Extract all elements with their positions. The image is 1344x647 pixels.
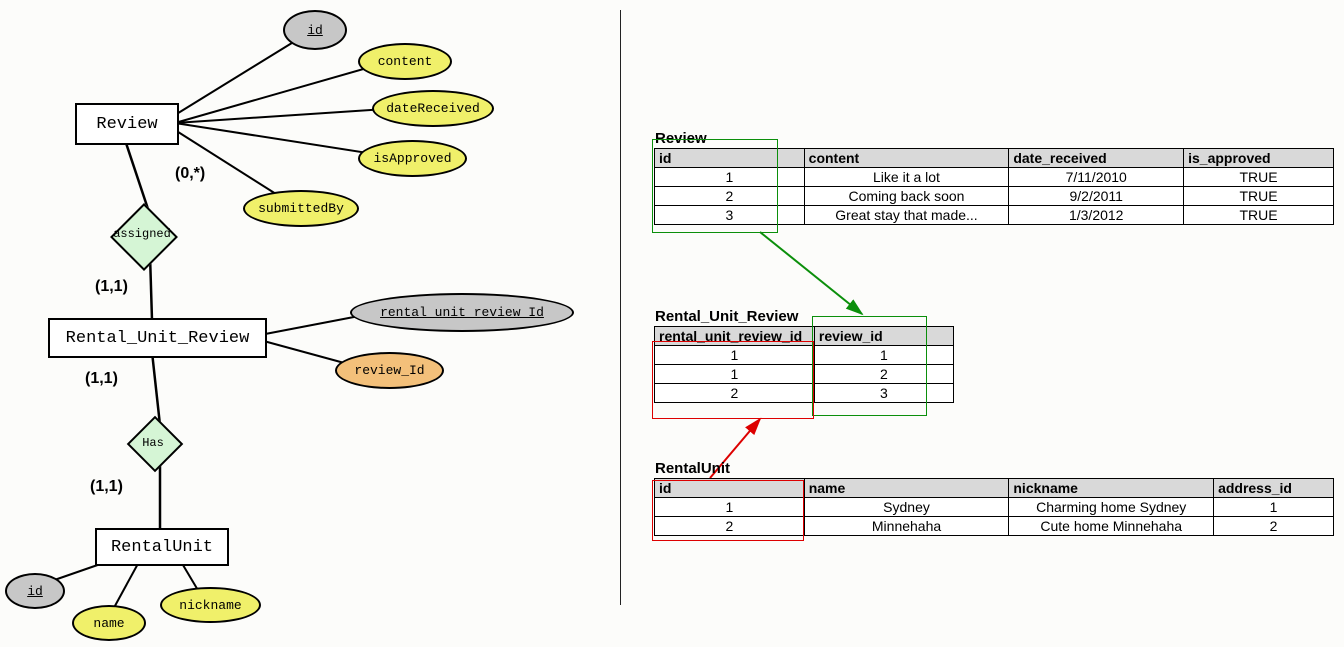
- attr-submittedby: submittedBy: [243, 190, 359, 227]
- th: date_received: [1009, 149, 1184, 168]
- table-row: 1 Like it a lot 7/11/2010 TRUE: [655, 168, 1334, 187]
- th: rental_unit_review_id: [655, 327, 815, 346]
- th: content: [804, 149, 1009, 168]
- entity-rentalunitreview: Rental_Unit_Review: [48, 318, 267, 358]
- attr-submittedby-label: submittedBy: [258, 201, 344, 216]
- entity-rur-label: Rental_Unit_Review: [66, 329, 250, 348]
- table-ru: id name nickname address_id 1 Sydney Cha…: [654, 478, 1334, 536]
- th: address_id: [1214, 479, 1334, 498]
- attr-reviewid-label: review_Id: [354, 363, 424, 378]
- vertical-divider: [620, 10, 621, 605]
- attr-ru-name: name: [72, 605, 146, 641]
- table-row: id content date_received is_approved: [655, 149, 1334, 168]
- table-row: 2 Minnehaha Cute home Minnehaha 2: [655, 517, 1334, 536]
- attr-ru-id-label: id: [27, 584, 43, 599]
- attr-rur-id: rental_unit_review_Id: [350, 293, 574, 332]
- attr-rur-id-label: rental_unit_review_Id: [380, 305, 544, 320]
- th: nickname: [1009, 479, 1214, 498]
- cardinality-11b: (1,1): [85, 370, 118, 388]
- table-row: 1 Sydney Charming home Sydney 1: [655, 498, 1334, 517]
- attr-review-id: id: [283, 10, 347, 50]
- entity-review: Review: [75, 103, 179, 145]
- table-row: rental_unit_review_id review_id: [655, 327, 954, 346]
- table-rur: rental_unit_review_id review_id 1 1 1 2 …: [654, 326, 954, 403]
- attr-ru-name-label: name: [93, 616, 124, 631]
- th: name: [804, 479, 1009, 498]
- th: id: [655, 149, 805, 168]
- er-diagram: Review id content dateReceived isApprove…: [0, 0, 620, 647]
- th: is_approved: [1184, 149, 1334, 168]
- attr-ru-nickname-label: nickname: [179, 598, 241, 613]
- attr-isapproved: isApproved: [358, 140, 467, 177]
- entity-rentalunit: RentalUnit: [95, 528, 229, 566]
- table-row: 2 Coming back soon 9/2/2011 TRUE: [655, 187, 1334, 206]
- attr-datereceived: dateReceived: [372, 90, 494, 127]
- table-review: id content date_received is_approved 1 L…: [654, 148, 1334, 225]
- table-row: id name nickname address_id: [655, 479, 1334, 498]
- th: id: [655, 479, 805, 498]
- table-rur-title: Rental_Unit_Review: [655, 308, 798, 325]
- tables-area: Review id content date_received is_appro…: [650, 0, 1344, 647]
- rel-has-label: Has: [138, 436, 168, 450]
- attr-ru-id: id: [5, 573, 65, 609]
- th: review_id: [814, 327, 953, 346]
- table-review-title: Review: [655, 130, 707, 147]
- attr-datereceived-label: dateReceived: [386, 101, 480, 116]
- cardinality-11a: (1,1): [95, 278, 128, 296]
- attr-content: content: [358, 43, 452, 80]
- table-row: 1 1: [655, 346, 954, 365]
- table-row: 1 2: [655, 365, 954, 384]
- attr-isapproved-label: isApproved: [373, 151, 451, 166]
- attr-review-id-label: id: [307, 23, 323, 38]
- table-row: 2 3: [655, 384, 954, 403]
- table-row: 3 Great stay that made... 1/3/2012 TRUE: [655, 206, 1334, 225]
- entity-ru-label: RentalUnit: [111, 538, 213, 557]
- attr-review-id-fk: review_Id: [335, 352, 444, 389]
- entity-review-label: Review: [96, 115, 157, 134]
- cardinality-11c: (1,1): [90, 478, 123, 496]
- table-ru-title: RentalUnit: [655, 460, 730, 477]
- cardinality-0star: (0,*): [175, 165, 205, 183]
- rel-assigned-label: assigned: [112, 227, 172, 241]
- attr-content-label: content: [378, 54, 433, 69]
- attr-ru-nickname: nickname: [160, 587, 261, 623]
